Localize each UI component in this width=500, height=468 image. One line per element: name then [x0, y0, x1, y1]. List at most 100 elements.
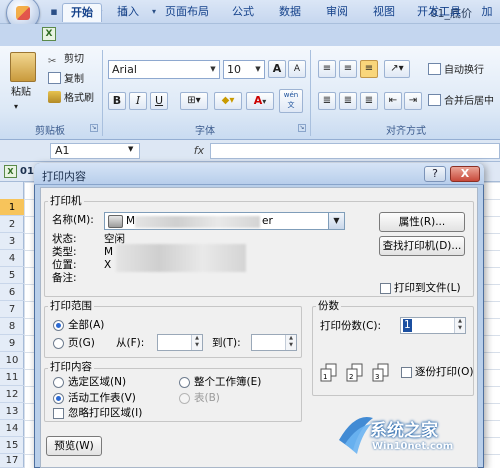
find-printer-button[interactable]: 查找打印机(D)...: [379, 236, 465, 256]
save-icon[interactable]: ▪: [46, 4, 62, 20]
row-number[interactable]: 11: [0, 369, 24, 386]
font-name-select[interactable]: Arial ▼: [108, 60, 220, 79]
bold-button[interactable]: B: [108, 92, 126, 110]
redacted-text: [135, 216, 260, 228]
row-number[interactable]: 17: [0, 452, 24, 468]
entire-workbook-radio[interactable]: [179, 377, 190, 388]
print-range-title: 打印范围: [48, 300, 94, 312]
range-pages-radio[interactable]: [53, 338, 64, 349]
ignore-print-areas-checkbox[interactable]: [53, 408, 64, 419]
row-number[interactable]: 9: [0, 335, 24, 352]
spinner-arrows-icon[interactable]: ▲ ▼: [285, 335, 296, 350]
clipboard-launcher-icon[interactable]: ↘: [90, 124, 98, 132]
row-number[interactable]: 6: [0, 284, 24, 301]
paste-button[interactable]: 粘贴: [11, 86, 31, 100]
fill-bucket-icon: ◆▾: [221, 95, 235, 106]
row-number[interactable]: 4: [0, 250, 24, 267]
row-number[interactable]: 1: [0, 199, 24, 216]
copies-count-value: 1: [403, 319, 412, 332]
formula-input[interactable]: [210, 143, 500, 159]
copy-icon: [48, 72, 61, 84]
copies-count-input[interactable]: 1 ▲ ▼: [400, 317, 466, 334]
align-left-button[interactable]: ≣: [318, 92, 336, 110]
collate-label: 逐份打印(O): [415, 366, 474, 378]
grow-font-button[interactable]: A: [268, 60, 286, 78]
italic-button[interactable]: I: [129, 92, 147, 110]
tab-formulas[interactable]: 公式: [225, 3, 261, 22]
underline-button[interactable]: U: [150, 92, 168, 110]
tab-insert[interactable]: 插入: [108, 3, 148, 22]
merge-center-button[interactable]: 合并后居中: [428, 94, 494, 109]
group-separator: [310, 50, 311, 136]
tab-developer[interactable]: 开发工具: [411, 3, 467, 22]
properties-button[interactable]: 属性(R)...: [379, 212, 465, 232]
spinner-arrows-icon[interactable]: ▲ ▼: [191, 335, 202, 350]
wrap-text-button[interactable]: 自动换行: [428, 63, 484, 78]
printer-name-select[interactable]: M er ▼: [104, 212, 345, 230]
wrap-text-icon: [428, 63, 441, 75]
spinner-arrows-icon[interactable]: ▲ ▼: [454, 318, 465, 333]
location-value-start: X: [104, 259, 112, 271]
copies-count-label: 打印份数(C):: [320, 320, 382, 332]
workbook-tab-label[interactable]: 01: [20, 166, 34, 177]
row-number[interactable]: 5: [0, 267, 24, 284]
tab-page-layout[interactable]: 页面布局: [158, 3, 216, 22]
preview-button[interactable]: 预览(W): [46, 436, 102, 456]
tab-home[interactable]: 开始: [62, 3, 102, 22]
align-right-button[interactable]: ≣: [360, 92, 378, 110]
row-number[interactable]: 2: [0, 216, 24, 233]
border-button[interactable]: ⊞▾: [180, 92, 208, 110]
format-painter-button[interactable]: 格式刷: [48, 91, 94, 106]
font-size-select[interactable]: 10 ▼: [223, 60, 265, 79]
tab-data[interactable]: 数据: [272, 3, 308, 22]
to-page-input[interactable]: ▲ ▼: [251, 334, 297, 351]
range-all-radio[interactable]: [53, 320, 64, 331]
align-bottom-button[interactable]: ≡: [360, 60, 378, 78]
row-number[interactable]: 14: [0, 420, 24, 437]
collate-checkbox[interactable]: [401, 367, 412, 378]
redacted-text: [116, 244, 246, 272]
font-launcher-icon[interactable]: ↘: [298, 124, 306, 132]
decrease-indent-button[interactable]: ⇤: [384, 92, 402, 110]
fill-color-button[interactable]: ◆▾: [214, 92, 242, 110]
increase-indent-button[interactable]: ⇥: [404, 92, 422, 110]
tab-addins[interactable]: 加: [476, 3, 498, 22]
align-left-icon: ≣: [322, 95, 332, 106]
insert-function-button[interactable]: fx: [190, 143, 208, 159]
paste-dropdown-icon[interactable]: ▾: [14, 100, 18, 114]
align-center-button[interactable]: ≣: [339, 92, 357, 110]
chevron-down-icon[interactable]: ▼: [328, 213, 344, 229]
active-sheets-radio[interactable]: [53, 393, 64, 404]
shrink-font-glyph: A: [293, 64, 301, 74]
cut-button[interactable]: ✂ 剪切: [48, 53, 84, 67]
selection-radio[interactable]: [53, 377, 64, 388]
row-number[interactable]: 8: [0, 318, 24, 335]
chevron-down-icon[interactable]: ▼: [128, 145, 133, 153]
row-number[interactable]: 10: [0, 352, 24, 369]
help-button[interactable]: ?: [424, 166, 446, 182]
row-number[interactable]: 3: [0, 233, 24, 250]
tab-review[interactable]: 审阅: [319, 3, 355, 22]
tab-view[interactable]: 视图: [366, 3, 402, 22]
range-all-label: 全部(A): [68, 319, 105, 331]
italic-glyph: I: [135, 94, 141, 107]
phonetic-guide-button[interactable]: wén 文: [279, 89, 303, 113]
copy-button[interactable]: 复制: [48, 72, 84, 87]
name-box[interactable]: A1: [50, 143, 140, 159]
print-to-file-checkbox[interactable]: [380, 283, 391, 294]
from-page-input[interactable]: ▲ ▼: [157, 334, 203, 351]
row-number[interactable]: 7: [0, 301, 24, 318]
orientation-button[interactable]: ↗▾: [384, 60, 410, 78]
font-size-value: 10: [227, 63, 241, 76]
row-number[interactable]: 12: [0, 386, 24, 403]
chevron-down-icon: ▼: [255, 65, 261, 73]
align-middle-button[interactable]: ≡: [339, 60, 357, 78]
paste-icon[interactable]: [10, 52, 36, 82]
close-button[interactable]: X: [450, 166, 480, 182]
align-top-button[interactable]: ≡: [318, 60, 336, 78]
font-color-button[interactable]: A▾: [246, 92, 274, 110]
row-number[interactable]: 13: [0, 403, 24, 420]
shrink-font-button[interactable]: A: [288, 60, 306, 78]
print-to-file-label: 打印到文件(L): [394, 282, 461, 294]
from-label: 从(F):: [116, 337, 145, 349]
